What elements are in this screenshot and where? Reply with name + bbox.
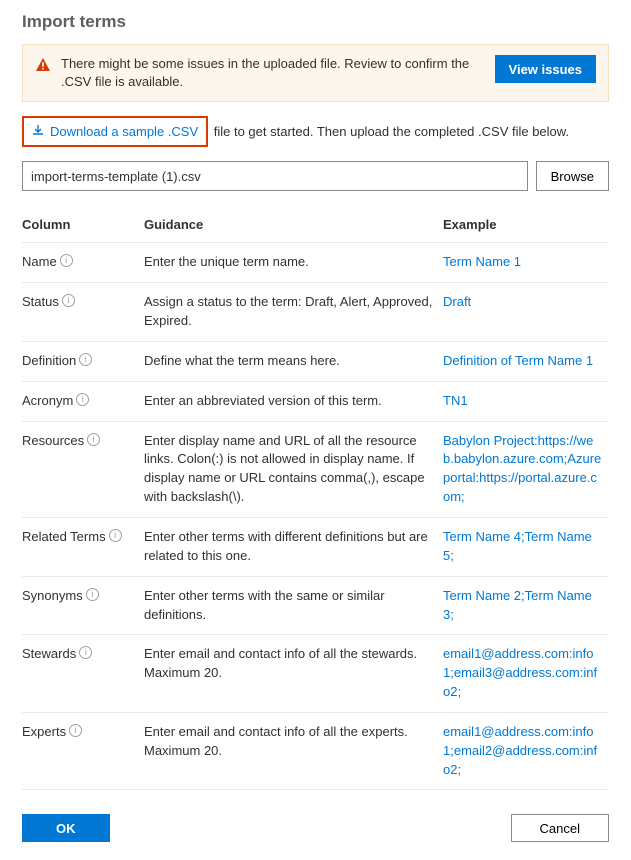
cell-example[interactable]: Term Name 4;Term Name 5; xyxy=(443,517,609,576)
column-label: Resources xyxy=(22,433,84,448)
cell-example[interactable]: Babylon Project:https://web.babylon.azur… xyxy=(443,421,609,517)
warning-icon xyxy=(35,57,51,76)
cell-column: Related Termsi xyxy=(22,517,144,576)
cell-guidance: Enter display name and URL of all the re… xyxy=(144,421,443,517)
column-label: Stewards xyxy=(22,646,76,661)
column-label: Name xyxy=(22,254,57,269)
cell-guidance: Assign a status to the term: Draft, Aler… xyxy=(144,283,443,342)
info-icon[interactable]: i xyxy=(79,353,92,366)
cell-example[interactable]: email1@address.com:info1;email3@address.… xyxy=(443,635,609,713)
cell-column: Synonymsi xyxy=(22,576,144,635)
info-icon[interactable]: i xyxy=(109,529,122,542)
info-icon[interactable]: i xyxy=(60,254,73,267)
cell-guidance: Enter other terms with the same or simil… xyxy=(144,576,443,635)
column-label: Status xyxy=(22,294,59,309)
download-row: Download a sample .CSV file to get start… xyxy=(22,116,609,147)
info-icon[interactable]: i xyxy=(87,433,100,446)
table-row: SynonymsiEnter other terms with the same… xyxy=(22,576,609,635)
cell-guidance: Define what the term means here. xyxy=(144,341,443,381)
download-sample-link[interactable]: Download a sample .CSV xyxy=(32,124,198,139)
table-row: ExpertsiEnter email and contact info of … xyxy=(22,712,609,790)
table-row: StatusiAssign a status to the term: Draf… xyxy=(22,283,609,342)
header-guidance: Guidance xyxy=(144,209,443,243)
cell-column: Acronymi xyxy=(22,381,144,421)
cell-guidance: Enter email and contact info of all the … xyxy=(144,712,443,790)
info-icon[interactable]: i xyxy=(69,724,82,737)
download-highlight-box: Download a sample .CSV xyxy=(22,116,208,147)
cell-example[interactable]: Term Name 1 xyxy=(443,243,609,283)
info-icon[interactable]: i xyxy=(79,646,92,659)
column-label: Definition xyxy=(22,353,76,368)
cell-column: Statusi xyxy=(22,283,144,342)
cell-example[interactable]: Definition of Term Name 1 xyxy=(443,341,609,381)
download-suffix-text: file to get started. Then upload the com… xyxy=(210,124,569,139)
cell-guidance: Enter an abbreviated version of this ter… xyxy=(144,381,443,421)
cell-example[interactable]: Draft xyxy=(443,283,609,342)
cell-column: Definitioni xyxy=(22,341,144,381)
dialog-footer: OK Cancel xyxy=(22,814,609,842)
table-row: NameiEnter the unique term name.Term Nam… xyxy=(22,243,609,283)
cell-column: Expertsi xyxy=(22,712,144,790)
column-label: Related Terms xyxy=(22,529,106,544)
header-column: Column xyxy=(22,209,144,243)
cell-example[interactable]: TN1 xyxy=(443,381,609,421)
cell-column: Stewardsi xyxy=(22,635,144,713)
info-icon[interactable]: i xyxy=(76,393,89,406)
cell-column: Resourcesi xyxy=(22,421,144,517)
guidance-table: Column Guidance Example NameiEnter the u… xyxy=(22,209,609,790)
table-header-row: Column Guidance Example xyxy=(22,209,609,243)
file-row: Browse xyxy=(22,161,609,191)
cell-guidance: Enter the unique term name. xyxy=(144,243,443,283)
alert-text: There might be some issues in the upload… xyxy=(61,55,485,91)
warning-alert: There might be some issues in the upload… xyxy=(22,44,609,102)
column-label: Experts xyxy=(22,724,66,739)
info-icon[interactable]: i xyxy=(86,588,99,601)
table-row: Related TermsiEnter other terms with dif… xyxy=(22,517,609,576)
table-row: AcronymiEnter an abbreviated version of … xyxy=(22,381,609,421)
column-label: Acronym xyxy=(22,393,73,408)
cancel-button[interactable]: Cancel xyxy=(511,814,609,842)
cell-column: Namei xyxy=(22,243,144,283)
file-path-input[interactable] xyxy=(22,161,528,191)
page-title: Import terms xyxy=(22,12,609,32)
cell-guidance: Enter email and contact info of all the … xyxy=(144,635,443,713)
view-issues-button[interactable]: View issues xyxy=(495,55,596,83)
table-row: ResourcesiEnter display name and URL of … xyxy=(22,421,609,517)
ok-button[interactable]: OK xyxy=(22,814,110,842)
download-icon xyxy=(32,124,44,139)
browse-button[interactable]: Browse xyxy=(536,161,609,191)
download-link-text: Download a sample .CSV xyxy=(50,124,198,139)
column-label: Synonyms xyxy=(22,588,83,603)
cell-example[interactable]: email1@address.com:info1;email2@address.… xyxy=(443,712,609,790)
table-row: StewardsiEnter email and contact info of… xyxy=(22,635,609,713)
info-icon[interactable]: i xyxy=(62,294,75,307)
cell-example[interactable]: Term Name 2;Term Name 3; xyxy=(443,576,609,635)
cell-guidance: Enter other terms with different definit… xyxy=(144,517,443,576)
table-row: DefinitioniDefine what the term means he… xyxy=(22,341,609,381)
header-example: Example xyxy=(443,209,609,243)
